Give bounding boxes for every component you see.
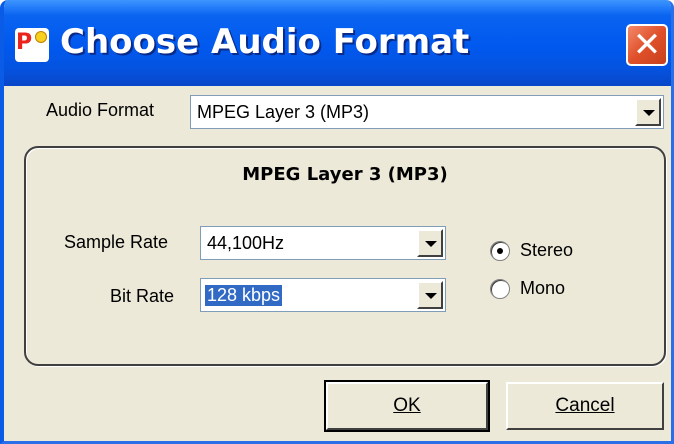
audio-format-dropdown[interactable]: MPEG Layer 3 (MP3) xyxy=(190,95,664,129)
stereo-radio[interactable] xyxy=(490,240,510,261)
group-title: MPEG Layer 3 (MP3) xyxy=(242,164,448,185)
close-icon: ✕ xyxy=(632,25,662,65)
chevron-down-icon[interactable] xyxy=(417,229,443,257)
title-bar[interactable]: P Choose Audio Format ✕ xyxy=(4,0,671,86)
mono-radio[interactable] xyxy=(490,278,510,299)
mono-label: Mono xyxy=(520,278,566,298)
bit-rate-value: 128 kbps xyxy=(203,284,284,307)
chevron-down-icon[interactable] xyxy=(417,281,443,309)
close-button[interactable]: ✕ xyxy=(626,24,668,66)
bit-rate-label: Bit Rate xyxy=(110,286,175,306)
ok-button[interactable]: OK xyxy=(324,380,490,432)
sample-rate-value: 44,100Hz xyxy=(207,233,285,253)
stereo-radio-option[interactable]: Stereo xyxy=(490,240,573,261)
dialog-window: P Choose Audio Format ✕ Audio Format MPE… xyxy=(0,0,674,444)
window-title: Choose Audio Format xyxy=(60,22,470,62)
sample-rate-label: Sample Rate xyxy=(64,232,169,252)
cancel-button-label: Cancel xyxy=(555,395,615,416)
audio-format-label: Audio Format xyxy=(46,100,155,120)
sample-rate-dropdown[interactable]: 44,100Hz xyxy=(200,226,446,260)
chevron-down-icon[interactable] xyxy=(635,98,661,126)
bit-rate-dropdown[interactable]: 128 kbps xyxy=(200,278,446,312)
mono-radio-option[interactable]: Mono xyxy=(490,278,565,299)
stereo-label: Stereo xyxy=(520,240,574,260)
app-logo-icon: P xyxy=(15,28,49,62)
cancel-button[interactable]: Cancel xyxy=(506,382,664,430)
ok-button-label: OK xyxy=(393,395,421,416)
audio-format-value: MPEG Layer 3 (MP3) xyxy=(197,102,370,122)
